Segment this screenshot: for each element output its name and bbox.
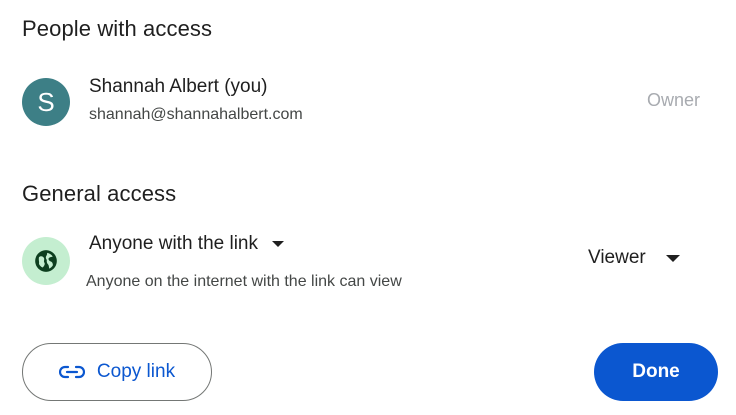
link-icon xyxy=(58,365,85,379)
person-email: shannah@shannahalbert.com xyxy=(89,106,303,123)
done-label: Done xyxy=(632,361,680,382)
copy-link-button[interactable]: Copy link xyxy=(22,343,212,401)
globe-icon-container xyxy=(22,237,70,285)
people-with-access-heading: People with access xyxy=(22,16,213,41)
caret-down-icon xyxy=(665,254,680,262)
general-access-dropdown[interactable]: Anyone with the link xyxy=(89,233,284,255)
role-dropdown[interactable]: Viewer xyxy=(588,247,680,269)
general-access-description: Anyone on the internet with the link can… xyxy=(86,273,402,290)
done-button[interactable]: Done xyxy=(594,343,718,401)
globe-icon xyxy=(35,250,57,272)
copy-link-label: Copy link xyxy=(96,361,176,382)
owner-role-label: Owner xyxy=(646,90,700,110)
share-dialog: People with access S Shannah Albert (you… xyxy=(0,0,736,415)
caret-down-icon xyxy=(272,241,284,247)
general-access-heading: General access xyxy=(22,181,177,206)
avatar: S xyxy=(22,78,70,126)
general-access-value: Anyone with the link xyxy=(89,233,258,254)
person-name: Shannah Albert (you) xyxy=(89,76,268,97)
role-value: Viewer xyxy=(588,247,646,268)
